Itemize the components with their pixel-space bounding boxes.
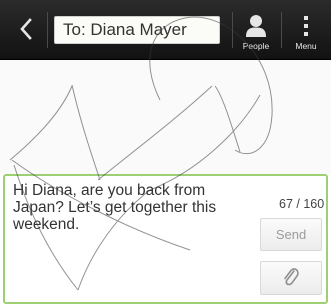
divider: [47, 12, 48, 48]
message-input[interactable]: Hi Diana, are you back from Japan? Let’s…: [13, 182, 235, 233]
person-icon: [246, 15, 266, 37]
people-label: People: [242, 41, 270, 51]
chevron-left-icon: [20, 18, 32, 40]
menu-button[interactable]: Menu: [285, 12, 327, 52]
people-button[interactable]: People: [235, 12, 277, 52]
divider: [281, 12, 282, 48]
menu-label: Menu: [295, 41, 317, 51]
compose-box: Hi Diana, are you back from Japan? Let’s…: [3, 174, 328, 304]
send-button[interactable]: Send: [260, 218, 322, 251]
vertical-dots-icon: [304, 16, 308, 36]
back-button[interactable]: [14, 15, 38, 43]
recipient-field[interactable]: To: Diana Mayer: [54, 16, 220, 44]
message-thread-area: [0, 60, 331, 174]
send-label: Send: [275, 227, 307, 242]
character-counter: 67 / 160: [279, 197, 325, 211]
divider: [232, 12, 233, 48]
attach-button[interactable]: [260, 261, 322, 295]
recipient-text: To: Diana Mayer: [63, 20, 187, 39]
top-bar: To: Diana Mayer People Menu: [0, 0, 331, 60]
paperclip-icon: [284, 268, 299, 286]
